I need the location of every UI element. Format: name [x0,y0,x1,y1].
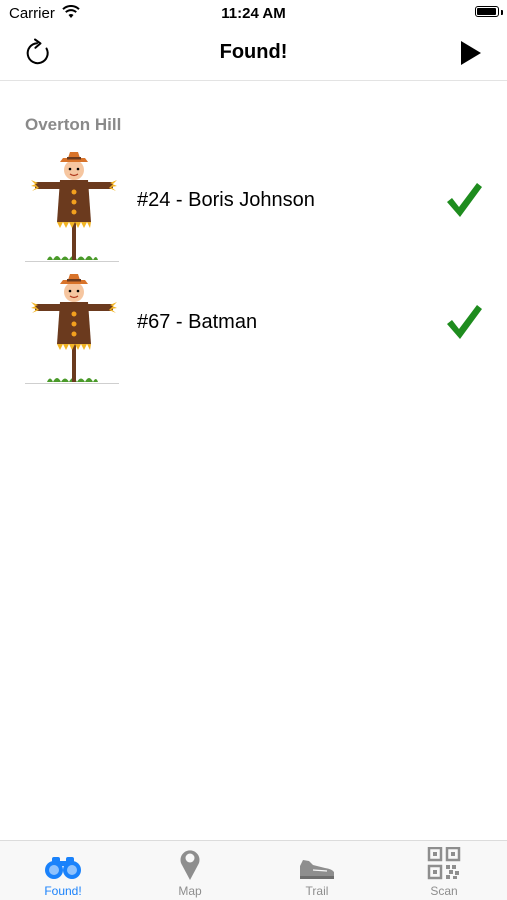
tab-label: Found! [44,884,82,898]
binoculars-icon [45,857,81,879]
status-bar: Carrier 11:24 AM [0,0,507,28]
tab-label: Map [178,884,202,898]
tab-found[interactable]: Found! [0,841,126,900]
tab-scan[interactable]: Scan [381,841,507,900]
scarecrow-image [25,152,119,262]
tab-label: Scan [430,884,458,898]
section-header: Overton Hill [25,115,122,134]
checkmark-icon [447,305,482,339]
tab-label: Trail [305,884,329,898]
tab-map[interactable]: Map [127,841,253,900]
item-label: #67 - Batman [137,311,258,333]
scarecrow-image [25,274,119,384]
map-pin-icon [180,850,200,880]
item-label: #24 - Boris Johnson [137,189,315,211]
shoe-icon [300,860,334,879]
tab-trail[interactable]: Trail [254,841,380,900]
navigation-bar: Found! [0,28,507,81]
page-title: Found! [219,41,288,63]
tab-bar: Found! Map Trail Scan [0,840,507,900]
battery-nub [501,10,503,15]
app-screen: Carrier 11:24 AM Found! Overton Hill #24… [0,0,507,900]
play-icon[interactable] [459,40,483,66]
list-item[interactable]: #67 - Batman [0,274,507,396]
battery-icon [475,6,499,17]
checkmark-icon [447,183,482,217]
status-time: 11:24 AM [221,5,286,22]
qr-code-icon [427,847,461,880]
list-item[interactable]: #24 - Boris Johnson [0,152,507,274]
